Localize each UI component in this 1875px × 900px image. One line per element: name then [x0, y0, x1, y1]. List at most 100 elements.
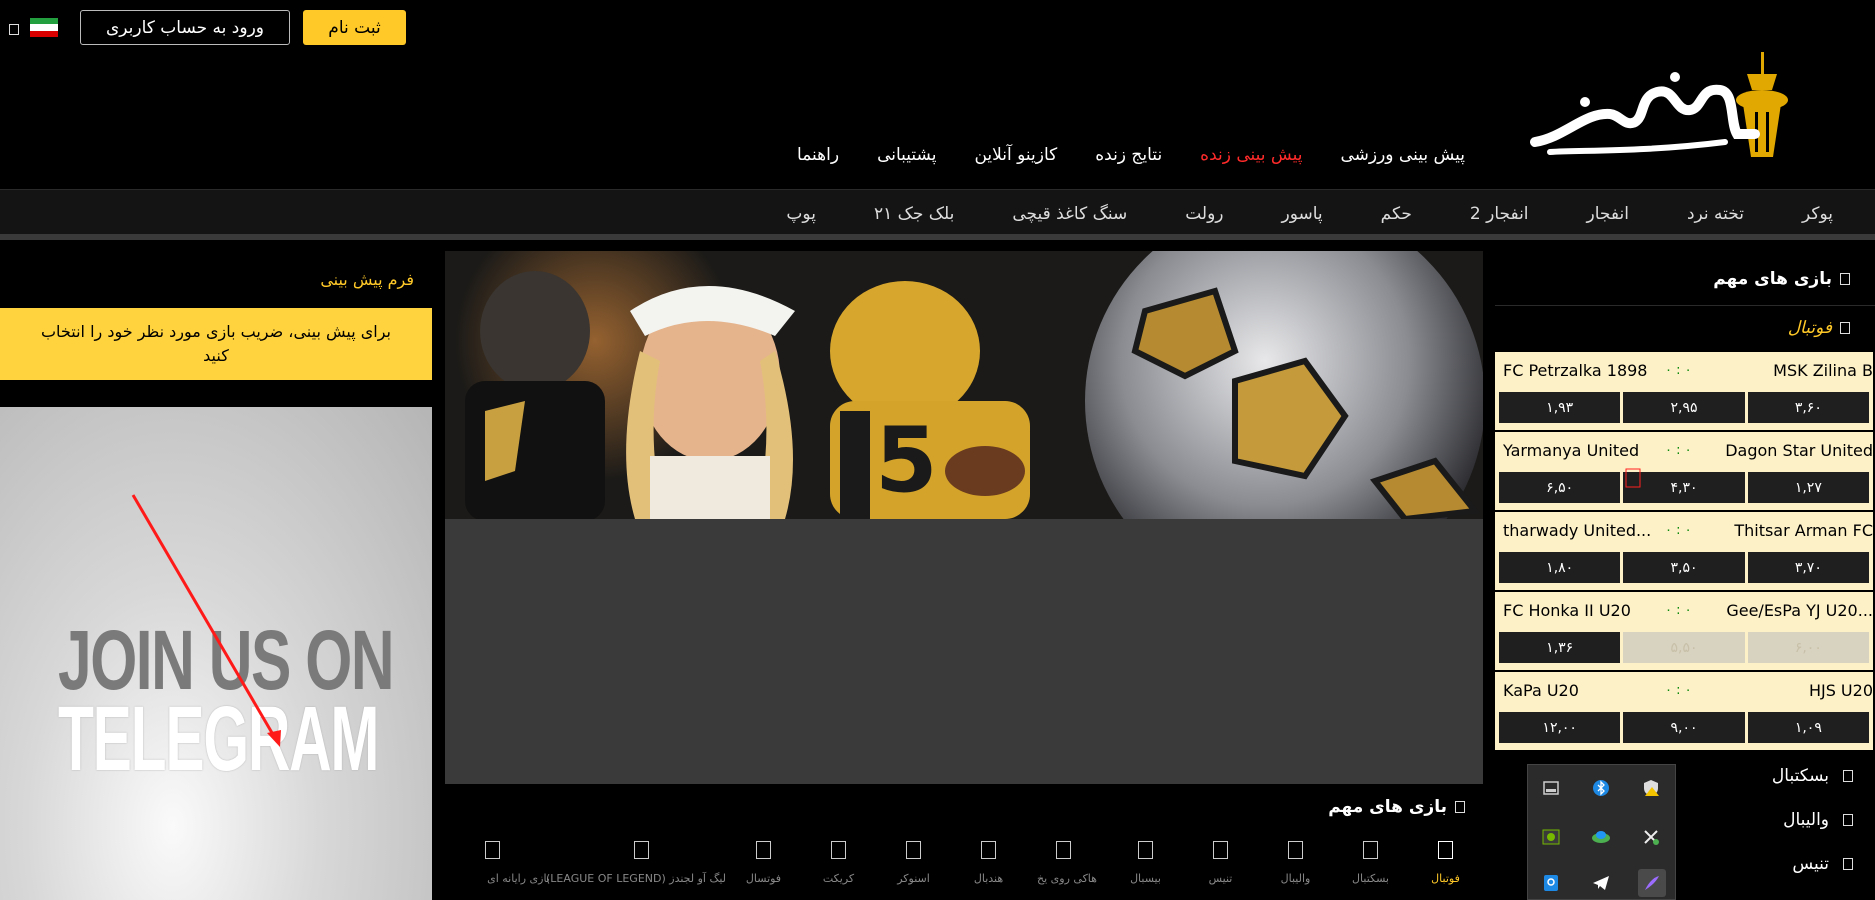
sidebar-title: بازی های مهم	[1713, 269, 1832, 289]
games-nav: پوکر تخته نرد انفجار انفجار 2 حکم پاسور …	[0, 190, 1875, 240]
odd-away[interactable]: ۱۲,۰۰	[1499, 712, 1621, 743]
tab-tennis[interactable]: تنیس	[1183, 830, 1258, 900]
odd-away[interactable]: ۱,۳۶	[1499, 632, 1621, 663]
nav-sports-betting[interactable]: پیش بینی ورزشی	[1340, 145, 1465, 165]
telegram-promo-banner[interactable]: JOIN US ON TELEGRAM	[0, 407, 432, 900]
tab-league-of-legends[interactable]: لیگ آو لجندز (LEAGUE OF LEGEND)	[546, 830, 726, 900]
nav-live-results[interactable]: نتایج زنده	[1095, 145, 1162, 165]
games-nav-item[interactable]: رولت	[1185, 204, 1223, 224]
futsal-icon	[756, 841, 771, 859]
category-tennis[interactable]: تنیس	[1792, 854, 1853, 874]
games-nav-item[interactable]: پاسور	[1282, 204, 1323, 224]
volleyball-icon	[1843, 814, 1853, 826]
tab-snooker[interactable]: اسنوکر	[876, 830, 951, 900]
football-icon	[1438, 841, 1453, 859]
games-nav-item[interactable]: انفجار	[1587, 204, 1629, 224]
sidebar-header: بازی های مهم	[1495, 251, 1875, 306]
odd-home[interactable]: ۳,۶۰	[1747, 392, 1869, 423]
security-warning-icon[interactable]	[1640, 777, 1662, 799]
pen-icon[interactable]	[1638, 869, 1666, 897]
bet-slip-instruction: برای پیش بینی، ضریب بازی مورد نظر خود را…	[0, 308, 432, 380]
tab-futsal[interactable]: فوتسال	[726, 830, 801, 900]
games-nav-item[interactable]: انفجار 2	[1470, 204, 1529, 224]
games-nav-item[interactable]: سنگ کاغذ قیچی	[1012, 204, 1127, 224]
snipping-tool-icon[interactable]	[1640, 826, 1662, 848]
home-team: HJS U20	[1808, 681, 1873, 700]
hero-banner[interactable]: 5	[445, 251, 1483, 519]
drive-icon[interactable]	[1540, 777, 1562, 799]
nav-help[interactable]: راهنما	[797, 145, 839, 165]
odd-away[interactable]: ۱,۹۳	[1499, 392, 1621, 423]
category-football[interactable]: فوتبال	[1495, 307, 1875, 349]
odd-draw[interactable]: ۳,۵۰	[1623, 552, 1745, 583]
important-games-title: بازی های مهم	[1328, 797, 1465, 817]
tab-label: فوتسال	[745, 872, 782, 885]
games-nav-item[interactable]: پوکر	[1802, 204, 1833, 224]
iran-flag-icon[interactable]	[30, 18, 58, 37]
main-content: 5 بازی های مهم فوتبال بسکتبال والیبال تن…	[445, 251, 1483, 900]
tab-label: فوتبال	[1431, 872, 1460, 885]
sport-tabs: فوتبال بسکتبال والیبال تنیس بیسبال هاکی …	[445, 830, 1483, 900]
nav-live-betting[interactable]: پیش بینی زنده	[1200, 145, 1302, 165]
tab-football[interactable]: فوتبال	[1408, 830, 1483, 900]
odd-draw[interactable]: ۴,۳۰	[1623, 472, 1745, 503]
tab-handball[interactable]: هندبال	[951, 830, 1026, 900]
top-header: ثبت نام ورود به حساب کاربری پیش بینی ورز…	[0, 0, 1875, 190]
tab-label: لیگ آو لجندز (LEAGUE OF LEGEND)	[546, 872, 726, 885]
tab-esports[interactable]: بازی رایانه ای	[481, 830, 556, 900]
promo-line-2: TELEGRAM	[58, 688, 379, 790]
bluetooth-icon[interactable]	[1590, 777, 1612, 799]
games-nav-item[interactable]: تخته نرد	[1687, 204, 1744, 224]
tab-ice-hockey[interactable]: هاکی روی یخ	[1026, 830, 1108, 900]
tab-baseball[interactable]: بیسبال	[1108, 830, 1183, 900]
telegram-icon[interactable]	[1590, 872, 1612, 894]
search-app-icon[interactable]	[1540, 872, 1562, 894]
away-team: KaPa U20	[1503, 681, 1579, 700]
language-dropdown-icon[interactable]	[9, 24, 19, 35]
games-nav-item[interactable]: پوپ	[786, 204, 816, 224]
tab-label: تنیس	[1208, 872, 1233, 885]
match-row: HJS U20 ۰ : ۰ KaPa U20 ۱,۰۹ ۹,۰۰ ۱۲,۰۰	[1495, 672, 1873, 750]
nav-online-casino[interactable]: کازینو آنلاین	[974, 145, 1057, 165]
tab-cricket[interactable]: کریکت	[801, 830, 876, 900]
tab-label: اسنوکر	[897, 872, 930, 885]
category-label: بسکتبال	[1771, 766, 1829, 786]
login-button[interactable]: ورود به حساب کاربری	[80, 10, 290, 45]
register-button[interactable]: ثبت نام	[303, 10, 406, 45]
site-logo[interactable]	[1525, 52, 1820, 172]
odd-draw[interactable]: ۹,۰۰	[1623, 712, 1745, 743]
network-icon[interactable]	[1590, 826, 1612, 848]
volleyball-icon	[1288, 841, 1303, 859]
games-nav-item[interactable]: حکم	[1381, 204, 1412, 224]
category-basketball[interactable]: بسکتبال	[1772, 766, 1853, 786]
odd-home[interactable]: ۱,۰۹	[1747, 712, 1869, 743]
odd-away[interactable]: ۱,۸۰	[1499, 552, 1621, 583]
bet-slip-title: فرم پیش بینی	[320, 270, 414, 289]
away-team: FC Honka II U20	[1503, 601, 1631, 620]
baseball-icon	[1138, 841, 1153, 859]
tab-volleyball[interactable]: والیبال	[1258, 830, 1333, 900]
football-icon	[1840, 322, 1850, 334]
tab-basketball[interactable]: بسکتبال	[1333, 830, 1408, 900]
category-volleyball[interactable]: والیبال	[1783, 810, 1853, 830]
home-team: Thitsar Arman FC	[1734, 521, 1873, 540]
away-team: Yarmanya United	[1503, 441, 1640, 460]
match-row: Gee/EsPa YJ U20... ۰ : ۰ FC Honka II U20…	[1495, 592, 1873, 670]
match-score: ۰ : ۰	[1665, 683, 1692, 698]
tab-label: بازی رایانه ای	[487, 872, 550, 885]
odd-draw[interactable]: ۲,۹۵	[1623, 392, 1745, 423]
odd-home: ۶,۰۰	[1747, 632, 1869, 663]
home-team: Dagon Star United	[1725, 441, 1873, 460]
odd-home[interactable]: ۱,۲۷	[1747, 472, 1869, 503]
svg-text:5: 5	[875, 408, 938, 513]
nav-support[interactable]: پشتیبانی	[877, 145, 936, 165]
category-label: تنیس	[1792, 854, 1829, 874]
tab-label: بسکتبال	[1352, 872, 1389, 885]
odd-home[interactable]: ۳,۷۰	[1747, 552, 1869, 583]
away-team: tharwady United...	[1503, 521, 1652, 540]
odd-away[interactable]: ۶,۵۰	[1499, 472, 1621, 503]
system-tray-popup	[1527, 764, 1676, 900]
nvidia-icon[interactable]	[1540, 826, 1562, 848]
home-team: MSK Zilina B	[1773, 361, 1873, 380]
games-nav-item[interactable]: بلک جک ۲۱	[874, 204, 954, 224]
